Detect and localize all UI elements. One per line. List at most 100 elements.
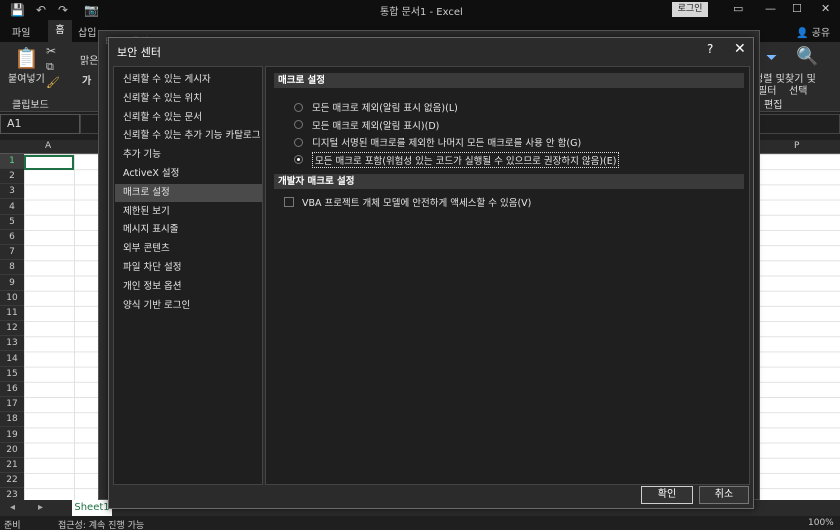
row-header[interactable]: 13: [0, 336, 24, 352]
row-header[interactable]: 10: [0, 291, 24, 306]
row-header[interactable]: 8: [0, 260, 24, 276]
scroll-left-icon[interactable]: ◂: [10, 502, 15, 513]
help-icon[interactable]: ?: [707, 42, 713, 56]
camera-icon[interactable]: 📷: [84, 2, 99, 18]
row-header[interactable]: 2: [0, 169, 24, 185]
ribbon-display-icon[interactable]: ▭: [733, 2, 743, 15]
font-name-partial[interactable]: 맑은: [80, 52, 98, 67]
row-header[interactable]: 11: [0, 306, 24, 321]
row-header[interactable]: 5: [0, 215, 24, 230]
worksheet-grid-left[interactable]: [24, 154, 100, 504]
nav-item[interactable]: 신뢰할 수 있는 추가 기능 카탈로그: [115, 127, 262, 145]
radio-button[interactable]: [294, 102, 303, 112]
column-header-p[interactable]: P: [794, 141, 799, 151]
save-icon[interactable]: 💾: [10, 2, 25, 18]
row-header[interactable]: 7: [0, 245, 24, 261]
row-header[interactable]: 21: [0, 458, 24, 473]
macro-option[interactable]: 디지털 서명된 매크로를 제외한 나머지 모든 매크로를 사용 안 함(G): [294, 134, 581, 150]
macro-option-label[interactable]: 모든 매크로 제외(알림 표시)(D): [312, 118, 439, 132]
row-header[interactable]: 12: [0, 321, 24, 337]
find-select-label-2[interactable]: 선택: [789, 82, 807, 97]
tab-insert[interactable]: 삽입: [78, 24, 96, 39]
sort-filter-label-2[interactable]: 필터: [758, 82, 776, 97]
copy-icon[interactable]: ⧉: [46, 60, 54, 74]
macro-settings-panel: 매크로 설정 모든 매크로 제외(알림 표시 없음)(L) 모든 매크로 제외(알…: [265, 66, 750, 485]
window-title: 통합 문서1 - Excel: [380, 7, 463, 18]
row-header[interactable]: 22: [0, 473, 24, 489]
sheet-tab[interactable]: Sheet1: [72, 500, 112, 516]
bold-button[interactable]: 가: [82, 72, 91, 87]
nav-item[interactable]: 개인 정보 옵션: [115, 278, 262, 296]
row-header[interactable]: 3: [0, 184, 24, 200]
nav-item[interactable]: 신뢰할 수 있는 게시자: [115, 71, 262, 89]
close-icon[interactable]: ✕: [821, 2, 830, 15]
dialog-title: 보안 센터: [117, 46, 161, 59]
row-header[interactable]: 1: [0, 154, 24, 169]
format-painter-icon[interactable]: 🖌: [46, 76, 60, 89]
row-header[interactable]: 6: [0, 230, 24, 245]
macro-option[interactable]: 모든 매크로 제외(알림 표시)(D): [294, 117, 439, 133]
macro-option[interactable]: 모든 매크로 포함(위험성 있는 코드가 실행될 수 있으므로 권장하지 않음)…: [294, 151, 620, 168]
edit-group-label: 편집: [764, 100, 783, 111]
radio-button[interactable]: [294, 137, 303, 147]
row-header[interactable]: 19: [0, 428, 24, 443]
macro-option-label[interactable]: 모든 매크로 제외(알림 표시 없음)(L): [312, 100, 458, 114]
ok-button[interactable]: 확인: [641, 486, 693, 504]
nav-item[interactable]: 신뢰할 수 있는 문서: [115, 109, 262, 127]
radio-button[interactable]: [294, 120, 303, 129]
scroll-right-icon[interactable]: ▸: [38, 502, 43, 513]
vba-access-option[interactable]: VBA 프로젝트 개체 모델에 안전하게 액세스할 수 있음(V): [284, 194, 531, 210]
nav-item[interactable]: 외부 콘텐츠: [115, 240, 262, 258]
paste-label[interactable]: 붙여넣기: [8, 70, 45, 85]
macro-option-label[interactable]: 모든 매크로 포함(위험성 있는 코드가 실행될 수 있으므로 권장하지 않음)…: [312, 151, 620, 168]
nav-item[interactable]: ActiveX 설정: [115, 165, 262, 183]
macro-option-label[interactable]: 디지털 서명된 매크로를 제외한 나머지 모든 매크로를 사용 안 함(G): [312, 135, 581, 149]
row-header[interactable]: 15: [0, 367, 24, 382]
nav-item[interactable]: 신뢰할 수 있는 위치: [115, 90, 262, 108]
login-button[interactable]: 로그인: [672, 2, 708, 17]
row-header[interactable]: 4: [0, 200, 24, 215]
close-icon[interactable]: ✕: [734, 41, 746, 57]
macro-settings-header: 매크로 설정: [274, 73, 744, 88]
tab-file[interactable]: 파일: [12, 24, 30, 39]
row-headers: 1 2 3 4 5 6 7 8 9 10 11 12 13 14 15 16 17 18 19 20 21 22 23: [0, 154, 24, 504]
nav-item[interactable]: 양식 기반 로그인: [115, 297, 262, 315]
tab-home[interactable]: 홈: [48, 20, 72, 42]
row-header[interactable]: 9: [0, 276, 24, 291]
excel-title-bar: 💾 ↶ ↷ 📷 통합 문서1 - Excel 로그인 ▭ — ☐ ✕: [0, 0, 840, 20]
macro-option[interactable]: 모든 매크로 제외(알림 표시 없음)(L): [294, 99, 458, 115]
person-icon: 👤: [796, 28, 809, 39]
sort-filter-icon[interactable]: ⏷: [766, 50, 777, 66]
nav-item[interactable]: 메시지 표시줄: [115, 221, 262, 239]
cancel-button[interactable]: 취소: [699, 486, 749, 504]
nav-item[interactable]: 추가 기능: [115, 146, 262, 164]
nav-item[interactable]: 파일 차단 설정: [115, 259, 262, 277]
developer-macro-settings-header: 개발자 매크로 설정: [274, 174, 744, 189]
zoom-level[interactable]: 100%: [808, 518, 834, 528]
column-header-a[interactable]: A: [45, 141, 51, 151]
cut-icon[interactable]: ✂: [46, 44, 56, 58]
row-header[interactable]: 14: [0, 352, 24, 367]
share-label: 공유: [811, 28, 831, 39]
name-box[interactable]: A1: [0, 114, 80, 134]
worksheet-grid-right[interactable]: [755, 154, 840, 504]
row-header[interactable]: 17: [0, 397, 24, 413]
nav-item[interactable]: 제한된 보기: [115, 203, 262, 221]
find-icon[interactable]: 🔍: [796, 46, 818, 67]
row-header[interactable]: 18: [0, 412, 24, 428]
maximize-icon[interactable]: ☐: [792, 2, 802, 15]
vba-access-checkbox[interactable]: [284, 197, 294, 207]
status-ready: 준비: [4, 521, 21, 530]
undo-icon[interactable]: ↶: [36, 2, 46, 18]
radio-button[interactable]: [294, 155, 303, 164]
accessibility-status[interactable]: 접근성: 계속 진행 가능: [58, 518, 144, 530]
vba-access-label[interactable]: VBA 프로젝트 개체 모델에 안전하게 액세스할 수 있음(V): [302, 195, 531, 209]
redo-icon[interactable]: ↷: [58, 2, 68, 18]
active-cell[interactable]: [24, 155, 74, 170]
row-header[interactable]: 16: [0, 382, 24, 397]
share-button[interactable]: 👤 공유: [796, 24, 830, 39]
minimize-icon[interactable]: —: [765, 2, 776, 15]
row-header[interactable]: 20: [0, 443, 24, 458]
nav-item[interactable]: 매크로 설정: [115, 183, 262, 202]
paste-icon[interactable]: 📋: [14, 46, 39, 70]
